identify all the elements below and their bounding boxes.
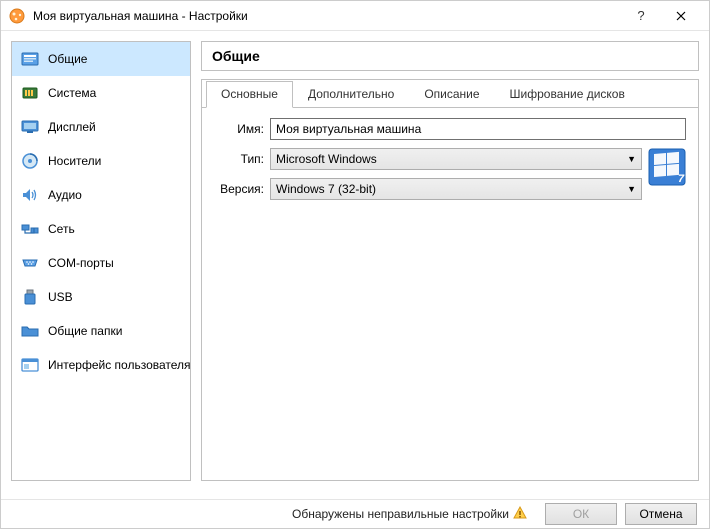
row-type: Тип: Microsoft Windows ▼	[214, 148, 642, 170]
dialog-footer: Обнаружены неправильные настройки ОК Отм…	[1, 499, 709, 528]
sidebar-item-label: Дисплей	[48, 120, 96, 134]
cancel-button[interactable]: Отмена	[625, 503, 697, 525]
row-version: Версия: Windows 7 (32-bit) ▼	[214, 178, 642, 200]
sidebar-item-label: Общие	[48, 52, 87, 66]
svg-text:7: 7	[678, 173, 685, 185]
sidebar-item-label: Общие папки	[48, 324, 122, 338]
network-icon	[20, 219, 40, 239]
type-select[interactable]: Microsoft Windows ▼	[270, 148, 642, 170]
ok-button[interactable]: ОК	[545, 503, 617, 525]
sidebar-item-system[interactable]: Система	[12, 76, 190, 110]
display-icon	[20, 117, 40, 137]
sidebar-item-network[interactable]: Сеть	[12, 212, 190, 246]
os-icon: 7	[648, 148, 686, 186]
name-label: Имя:	[214, 122, 264, 136]
close-button[interactable]	[661, 2, 701, 30]
main-panel: Общие Основные Дополнительно Описание Ши…	[201, 41, 699, 481]
sidebar-item-label: Носители	[48, 154, 101, 168]
warning-text: Обнаружены неправильные настройки	[13, 506, 537, 523]
content: Общие Система Дисплей Носители Аудио Сет…	[1, 31, 709, 491]
warning-icon	[513, 506, 527, 523]
type-value: Microsoft Windows	[276, 152, 377, 166]
system-icon	[20, 83, 40, 103]
row-name: Имя:	[214, 118, 686, 140]
help-button[interactable]: ?	[621, 2, 661, 30]
chevron-down-icon: ▼	[627, 184, 636, 194]
sidebar-item-storage[interactable]: Носители	[12, 144, 190, 178]
chevron-down-icon: ▼	[627, 154, 636, 164]
general-icon	[20, 49, 40, 69]
serial-icon	[20, 253, 40, 273]
sidebar-item-label: COM-порты	[48, 256, 114, 270]
storage-icon	[20, 151, 40, 171]
sidebar-item-usb[interactable]: USB	[12, 280, 190, 314]
sidebar-item-label: Интерфейс пользователя	[48, 358, 191, 372]
sidebar-item-audio[interactable]: Аудио	[12, 178, 190, 212]
tab-basic[interactable]: Основные	[206, 81, 293, 108]
tab-encryption[interactable]: Шифрование дисков	[495, 81, 640, 108]
ui-icon	[20, 355, 40, 375]
audio-icon	[20, 185, 40, 205]
usb-icon	[20, 287, 40, 307]
sidebar-item-label: Аудио	[48, 188, 82, 202]
sidebar: Общие Система Дисплей Носители Аудио Сет…	[11, 41, 191, 481]
sidebar-item-display[interactable]: Дисплей	[12, 110, 190, 144]
sidebar-item-ui[interactable]: Интерфейс пользователя	[12, 348, 190, 382]
version-value: Windows 7 (32-bit)	[276, 182, 376, 196]
sidebar-item-label: Сеть	[48, 222, 75, 236]
name-input[interactable]	[270, 118, 686, 140]
tabs: Основные Дополнительно Описание Шифрован…	[202, 80, 698, 108]
tab-advanced[interactable]: Дополнительно	[293, 81, 409, 108]
version-select[interactable]: Windows 7 (32-bit) ▼	[270, 178, 642, 200]
sidebar-item-serial[interactable]: COM-порты	[12, 246, 190, 280]
sidebar-item-label: USB	[48, 290, 73, 304]
sidebar-item-general[interactable]: Общие	[12, 42, 190, 76]
type-label: Тип:	[214, 152, 264, 166]
sidebar-item-label: Система	[48, 86, 96, 100]
version-label: Версия:	[214, 182, 264, 196]
folder-icon	[20, 321, 40, 341]
sidebar-item-shared-folders[interactable]: Общие папки	[12, 314, 190, 348]
app-icon	[9, 8, 25, 24]
form-area: Имя: Тип: Microsoft Windows ▼ В	[202, 108, 698, 218]
titlebar: Моя виртуальная машина - Настройки ?	[1, 1, 709, 31]
settings-panel: Основные Дополнительно Описание Шифрован…	[201, 79, 699, 481]
window-title: Моя виртуальная машина - Настройки	[33, 9, 621, 23]
tab-description[interactable]: Описание	[409, 81, 494, 108]
section-title: Общие	[201, 41, 699, 71]
